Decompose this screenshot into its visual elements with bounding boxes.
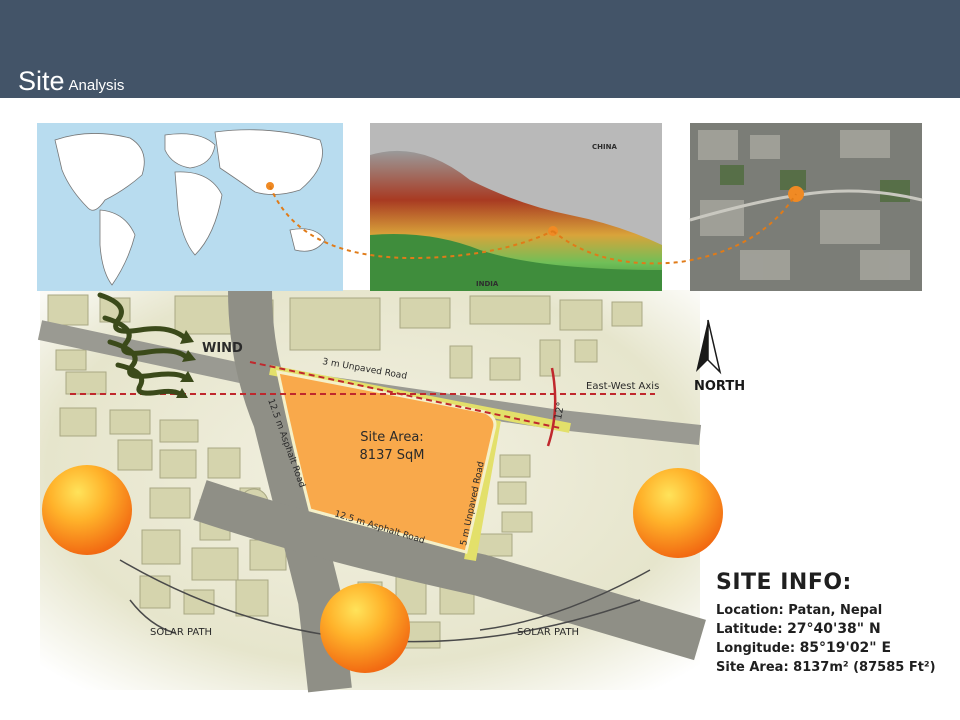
site-area-label: Site Area:	[360, 430, 423, 445]
location-value: Patan, Nepal	[788, 603, 883, 618]
sun-east	[42, 465, 132, 555]
title-main: Site	[18, 66, 65, 96]
solar-path-label-left: SOLAR PATH	[150, 627, 212, 638]
wind-label: WIND	[202, 341, 243, 356]
title-sub: Analysis	[68, 77, 125, 94]
north-label: NORTH	[694, 379, 745, 394]
satellite-map	[689, 123, 923, 291]
latitude-value: 27°40'38" N	[787, 621, 881, 637]
site-info-location: Location: Patan, Nepal	[716, 601, 936, 620]
longitude-label: Longitude:	[716, 641, 796, 656]
latitude-label: Latitude:	[716, 622, 783, 637]
page-title: Site Analysis	[18, 66, 124, 97]
longitude-value: 85°19'02" E	[799, 640, 892, 656]
location-label: Location:	[716, 603, 784, 618]
area-label: Site Area:	[716, 660, 789, 675]
site-info-heading: SITE INFO:	[716, 570, 852, 595]
site-info-latitude: Latitude: 27°40'38" N	[716, 620, 936, 639]
site-info-panel: SITE INFO: Location: Patan, Nepal Latitu…	[716, 570, 936, 677]
site-info-longitude: Longitude: 85°19'02" E	[716, 639, 936, 658]
china-label: CHINA	[592, 143, 617, 151]
site-area-value: 8137 SqM	[360, 448, 425, 463]
sun-noon	[320, 583, 410, 673]
sun-west	[633, 468, 723, 558]
area-value: 8137m² (87585 Ft²)	[793, 660, 936, 675]
india-label: INDIA	[476, 280, 499, 288]
solar-path-label-right: SOLAR PATH	[517, 627, 579, 638]
site-info-area: Site Area: 8137m² (87585 Ft²)	[716, 658, 936, 677]
header-bar	[0, 0, 960, 98]
world-map	[37, 123, 343, 291]
nepal-terrain-map: CHINA INDIA	[370, 123, 662, 291]
east-west-axis-label: East-West Axis	[586, 381, 659, 392]
